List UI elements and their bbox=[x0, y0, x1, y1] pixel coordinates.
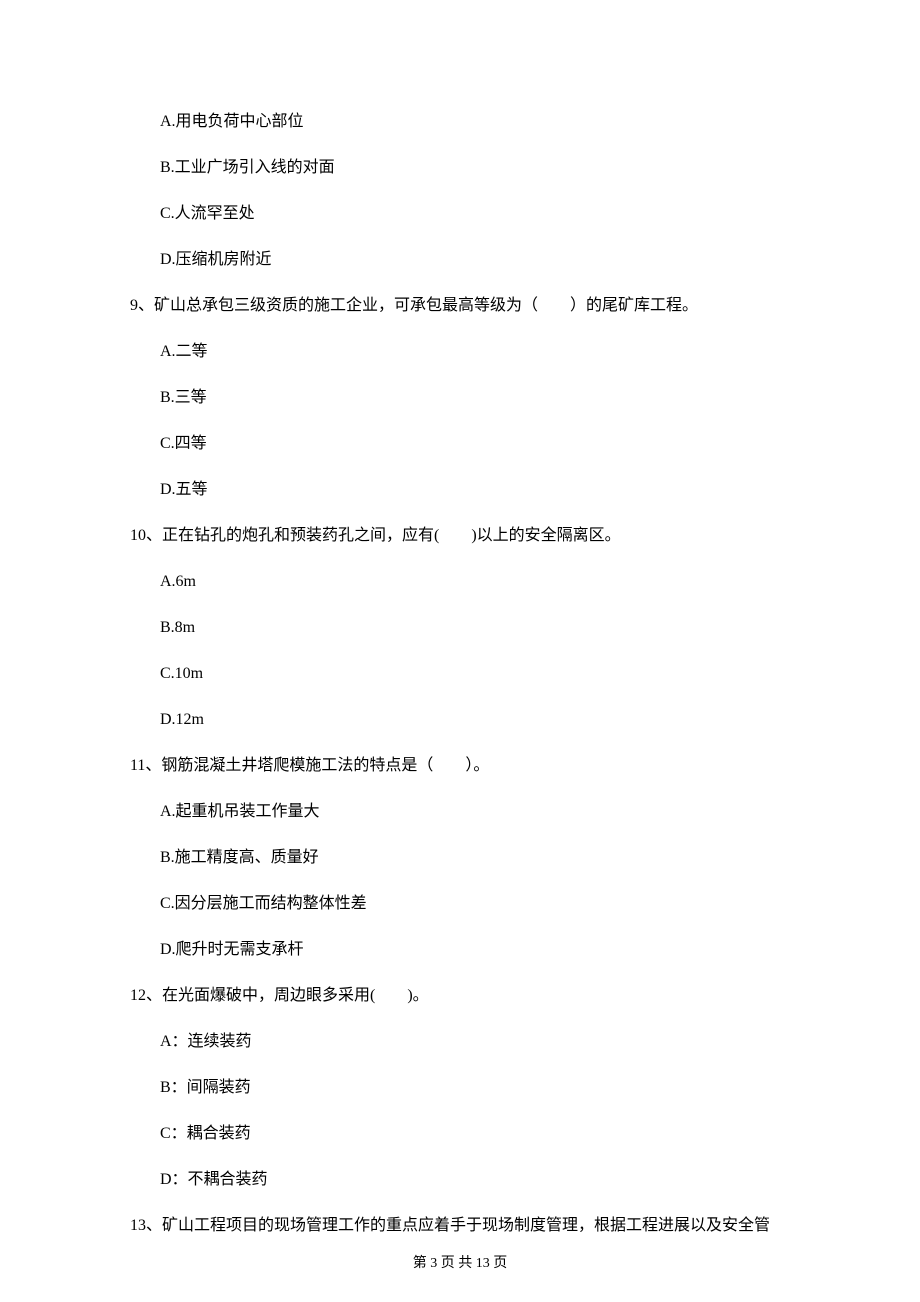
page-footer: 第 3 页 共 13 页 bbox=[0, 1253, 920, 1274]
q8-option-b: B.工业广场引入线的对面 bbox=[160, 156, 790, 180]
q11-option-b: B.施工精度高、质量好 bbox=[160, 846, 790, 870]
page-container: A.用电负荷中心部位 B.工业广场引入线的对面 C.人流罕至处 D.压缩机房附近… bbox=[0, 0, 920, 1302]
q10-option-b: B.8m bbox=[160, 616, 790, 640]
question-9: 9、矿山总承包三级资质的施工企业，可承包最高等级为（ ）的尾矿库工程。 bbox=[130, 294, 790, 318]
q12-option-b: B：间隔装药 bbox=[160, 1076, 790, 1100]
q10-option-d: D.12m bbox=[160, 708, 790, 732]
q9-option-a: A.二等 bbox=[160, 340, 790, 364]
q12-option-d: D：不耦合装药 bbox=[160, 1168, 790, 1192]
question-13: 13、矿山工程项目的现场管理工作的重点应着手于现场制度管理，根据工程进展以及安全… bbox=[130, 1214, 790, 1238]
q8-option-a: A.用电负荷中心部位 bbox=[160, 110, 790, 134]
q8-option-c: C.人流罕至处 bbox=[160, 202, 790, 226]
q9-option-b: B.三等 bbox=[160, 386, 790, 410]
q12-option-a: A：连续装药 bbox=[160, 1030, 790, 1054]
q12-option-c: C：耦合装药 bbox=[160, 1122, 790, 1146]
q9-option-c: C.四等 bbox=[160, 432, 790, 456]
q8-option-d: D.压缩机房附近 bbox=[160, 248, 790, 272]
q9-option-d: D.五等 bbox=[160, 478, 790, 502]
q10-option-c: C.10m bbox=[160, 662, 790, 686]
q11-option-c: C.因分层施工而结构整体性差 bbox=[160, 892, 790, 916]
q11-option-a: A.起重机吊装工作量大 bbox=[160, 800, 790, 824]
question-10: 10、正在钻孔的炮孔和预装药孔之间，应有( )以上的安全隔离区。 bbox=[130, 524, 790, 548]
question-12: 12、在光面爆破中，周边眼多采用( )。 bbox=[130, 984, 790, 1008]
question-11: 11、钢筋混凝土井塔爬模施工法的特点是（ ）。 bbox=[130, 754, 790, 778]
q10-option-a: A.6m bbox=[160, 570, 790, 594]
q11-option-d: D.爬升时无需支承杆 bbox=[160, 938, 790, 962]
